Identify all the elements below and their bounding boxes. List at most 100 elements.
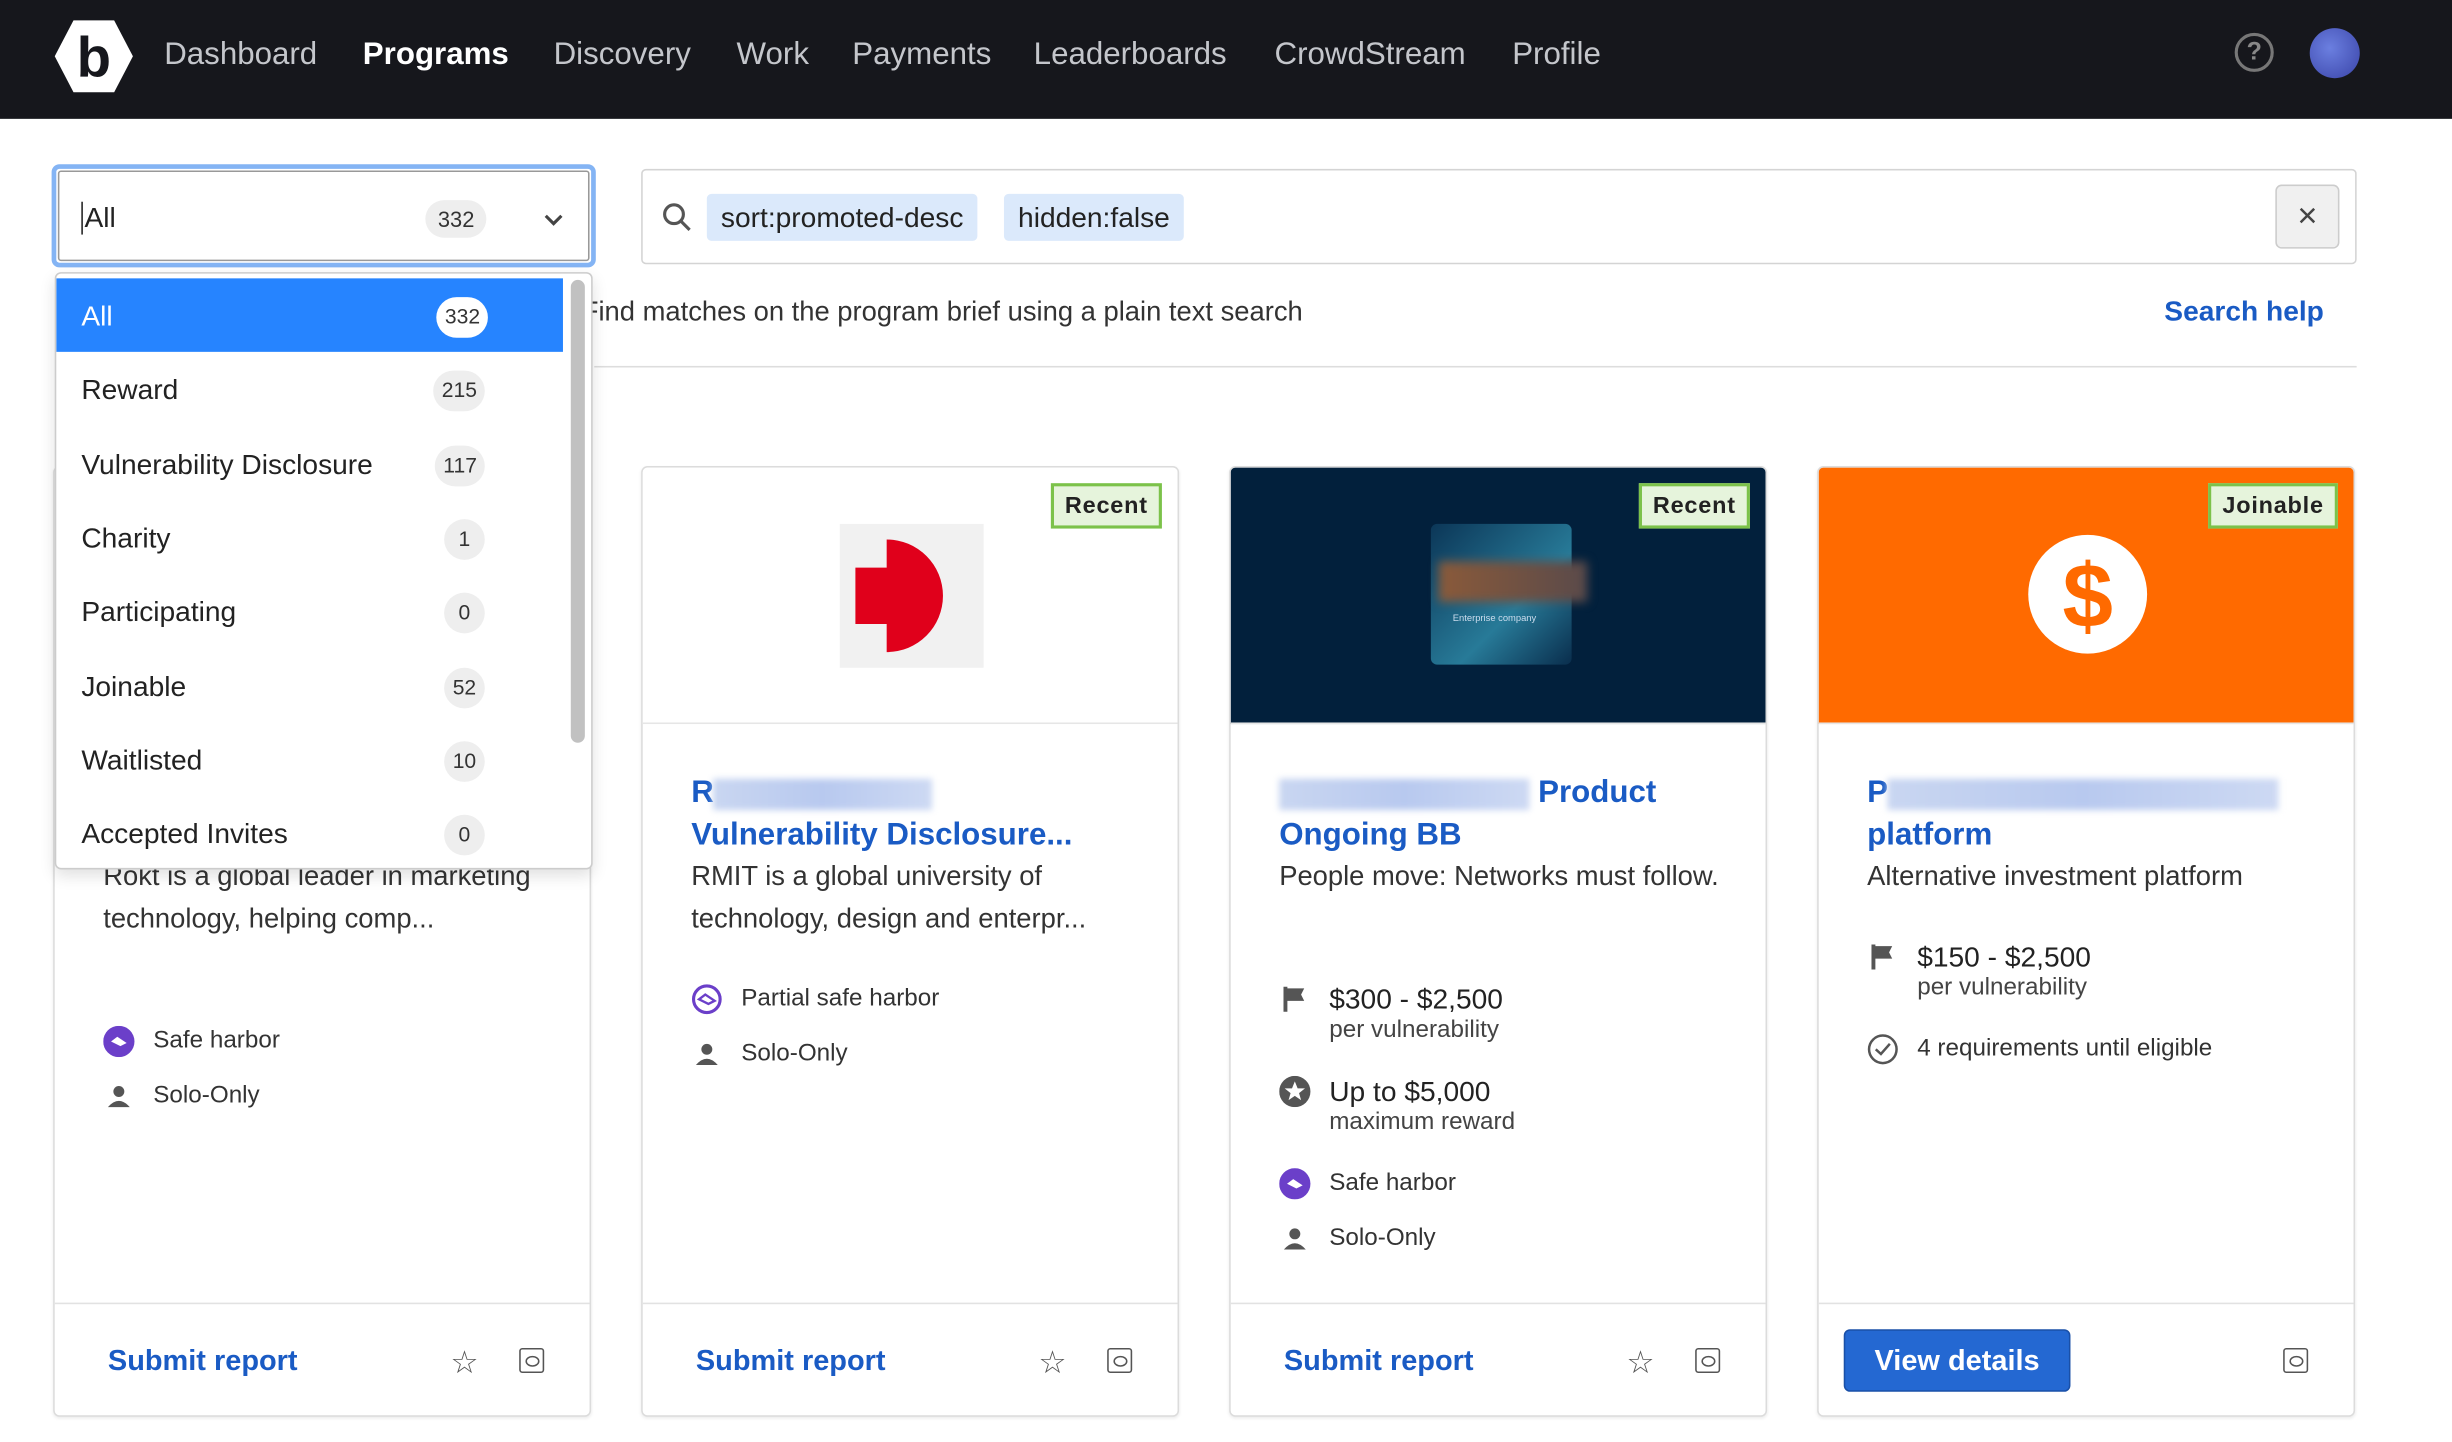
option-count: 10 xyxy=(444,740,485,782)
nav-programs[interactable]: Programs xyxy=(363,38,509,74)
filter-option-vulnerability-disclosure[interactable]: Vulnerability Disclosure 117 xyxy=(56,426,563,499)
reward-range: $150 - $2,500 xyxy=(1917,941,2091,973)
card-description: RMIT is a global university of technolog… xyxy=(691,860,1087,934)
safe-harbor-label: Safe harbor xyxy=(153,1027,280,1055)
max-reward: Up to $5,000 xyxy=(1329,1075,1491,1108)
program-card[interactable]: Recent R Vulnerability Disclosure... RMIT… xyxy=(641,466,1180,1417)
filter-count: 332 xyxy=(425,200,487,238)
filter-option-all[interactable]: All 332 xyxy=(56,278,563,352)
hide-icon[interactable] xyxy=(1695,1347,1721,1374)
option-label: Joinable xyxy=(81,670,187,702)
view-details-button[interactable]: View details xyxy=(1843,1329,2071,1392)
avatar[interactable] xyxy=(2309,28,2360,79)
chevron-down-icon[interactable] xyxy=(543,213,565,229)
option-count: 215 xyxy=(433,371,485,412)
card-title[interactable]: R Vulnerability Disclosure... xyxy=(691,773,1145,857)
flag-icon xyxy=(1279,984,1310,1015)
card-description: People move: Networks must follow. xyxy=(1279,860,1719,892)
rmit-logo xyxy=(855,539,943,653)
nav-work[interactable]: Work xyxy=(737,38,809,74)
clear-search-button[interactable]: × xyxy=(2275,184,2340,249)
program-filter-select[interactable]: All 332 xyxy=(51,164,596,268)
svg-text:$: $ xyxy=(2062,546,2112,647)
requirements-label: 4 requirements until eligible xyxy=(1917,1035,2213,1062)
svg-text:b: b xyxy=(77,26,111,89)
joinable-tag: Joinable xyxy=(2208,483,2338,529)
search-chip[interactable]: hidden:false xyxy=(1003,193,1184,241)
reward-range: $300 - $2,500 xyxy=(1329,983,1503,1015)
program-logo: Enterprise company Recent xyxy=(1230,467,1766,725)
hide-icon[interactable] xyxy=(2283,1347,2309,1374)
check-circle-icon xyxy=(1867,1034,1898,1065)
solo-label: Solo-Only xyxy=(1329,1224,1436,1252)
program-logo: $ Joinable xyxy=(1818,467,2354,725)
option-label: Reward xyxy=(81,374,179,406)
scrollbar[interactable] xyxy=(570,279,585,743)
search-help-link[interactable]: Search help xyxy=(2164,296,2324,329)
search-chip[interactable]: sort:promoted-desc xyxy=(706,193,978,241)
search-icon xyxy=(663,203,691,231)
person-icon xyxy=(103,1081,134,1112)
filter-option-accepted-invites[interactable]: Accepted Invites 0 xyxy=(56,796,563,868)
divider xyxy=(594,365,2357,368)
nav-profile[interactable]: Profile xyxy=(1512,38,1601,74)
safe-harbor-icon xyxy=(1279,1168,1311,1200)
option-label: Charity xyxy=(81,522,171,554)
card-title[interactable]: Pplatform xyxy=(1867,773,2321,857)
nav-leaderboards[interactable]: Leaderboards xyxy=(1034,38,1227,74)
solo-label: Solo-Only xyxy=(741,1039,848,1067)
star-badge-icon xyxy=(1279,1075,1311,1108)
hide-icon[interactable] xyxy=(519,1347,545,1374)
option-label: Vulnerability Disclosure xyxy=(81,448,373,480)
program-logo: Recent xyxy=(642,467,1178,725)
safe-harbor-label: Partial safe harbor xyxy=(741,985,940,1012)
option-count: 0 xyxy=(444,592,485,634)
option-count: 52 xyxy=(444,666,485,708)
program-card[interactable]: Enterprise company Recent Product Ongoing… xyxy=(1229,466,1768,1417)
partial-safe-harbor-icon xyxy=(691,984,722,1015)
person-icon xyxy=(1279,1223,1310,1254)
option-count: 332 xyxy=(437,297,488,338)
safe-harbor-label: Safe harbor xyxy=(1329,1169,1456,1197)
card-description: Alternative investment platform xyxy=(1867,860,2243,892)
filter-dropdown-menu: All 332 Reward 215 Vulnerability Disclosure 1… xyxy=(54,272,593,870)
dollar-logo: $ xyxy=(2028,534,2148,654)
option-count: 0 xyxy=(444,814,485,856)
nav-discovery[interactable]: Discovery xyxy=(554,38,691,74)
recent-tag: Recent xyxy=(1638,483,1750,529)
safe-harbor-icon xyxy=(103,1025,135,1058)
submit-report-link[interactable]: Submit report xyxy=(1284,1343,1474,1377)
nav-payments[interactable]: Payments xyxy=(852,38,991,74)
help-icon[interactable]: ? xyxy=(2234,32,2274,72)
option-label: Accepted Invites xyxy=(81,818,288,850)
star-icon[interactable]: ☆ xyxy=(1626,1343,1654,1382)
nav-crowdstream[interactable]: CrowdStream xyxy=(1274,38,1465,74)
filter-option-reward[interactable]: Reward 215 xyxy=(56,352,563,425)
card-title[interactable]: Product Ongoing BB xyxy=(1279,773,1733,857)
submit-report-link[interactable]: Submit report xyxy=(108,1343,298,1377)
option-count: 117 xyxy=(435,445,485,486)
option-count: 1 xyxy=(444,519,485,560)
search-bar[interactable]: sort:promoted-desc hidden:false × xyxy=(641,168,2357,265)
flag-icon xyxy=(1867,941,1898,972)
image-caption: Enterprise company xyxy=(1452,614,1537,624)
filter-option-waitlisted[interactable]: Waitlisted 10 xyxy=(56,722,563,795)
person-icon xyxy=(691,1038,722,1069)
filter-value: All xyxy=(81,201,116,235)
program-card[interactable]: $ Joinable Pplatform Alternative investm… xyxy=(1817,466,2356,1417)
nav-dashboard[interactable]: Dashboard xyxy=(164,38,317,74)
bugcrowd-logo[interactable]: b xyxy=(53,19,134,94)
option-label: All xyxy=(81,300,113,332)
search-helper-text: Find matches on the program brief using … xyxy=(581,295,1303,327)
star-icon[interactable]: ☆ xyxy=(450,1343,478,1382)
option-label: Waitlisted xyxy=(81,744,203,776)
hide-icon[interactable] xyxy=(1107,1347,1133,1374)
solo-label: Solo-Only xyxy=(153,1082,260,1109)
filter-option-participating[interactable]: Participating 0 xyxy=(56,574,563,647)
submit-report-link[interactable]: Submit report xyxy=(696,1343,886,1377)
top-nav: b Dashboard Programs Discovery Work Paym… xyxy=(0,0,2452,119)
star-icon[interactable]: ☆ xyxy=(1038,1343,1066,1382)
recent-tag: Recent xyxy=(1050,483,1162,529)
filter-option-charity[interactable]: Charity 1 xyxy=(56,500,563,573)
filter-option-joinable[interactable]: Joinable 52 xyxy=(56,648,563,721)
